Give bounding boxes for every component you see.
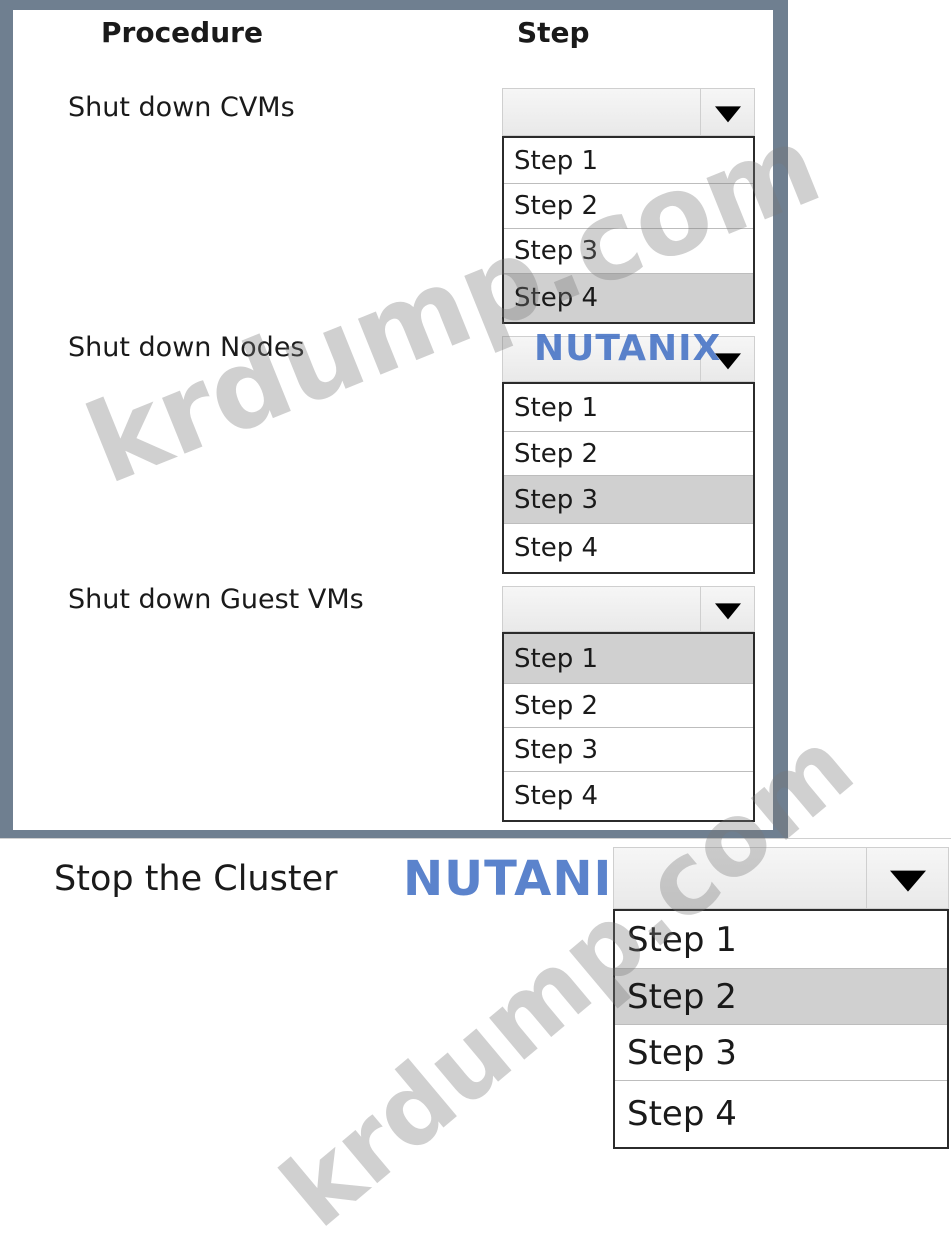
option-step-2[interactable]: Step 2 bbox=[615, 969, 947, 1025]
option-step-1[interactable]: Step 1 bbox=[504, 634, 753, 684]
option-step-1[interactable]: Step 1 bbox=[615, 911, 947, 969]
procedure-label-shut-down-nodes: Shut down Nodes bbox=[68, 332, 305, 363]
option-step-4[interactable]: Step 4 bbox=[504, 274, 753, 322]
stop-cluster-panel: Stop the Cluster NUTANIX Step 1 Step 2 S… bbox=[0, 838, 951, 1161]
question-panel: Procedure Step Shut down CVMs Step 1 Ste… bbox=[13, 10, 773, 830]
option-step-4[interactable]: Step 4 bbox=[504, 524, 753, 572]
step-options-shut-down-cvms: Step 1 Step 2 Step 3 Step 4 bbox=[502, 136, 755, 324]
option-step-3[interactable]: Step 3 bbox=[504, 728, 753, 772]
step-select-shut-down-guest-vms[interactable] bbox=[502, 586, 755, 632]
procedure-label-shut-down-guest-vms: Shut down Guest VMs bbox=[68, 584, 364, 615]
chevron-down-icon[interactable] bbox=[866, 848, 948, 908]
procedure-header: Procedure bbox=[101, 16, 263, 49]
step-options-stop-the-cluster: Step 1 Step 2 Step 3 Step 4 bbox=[613, 909, 949, 1149]
chevron-down-icon[interactable] bbox=[700, 89, 754, 135]
procedure-label-shut-down-cvms: Shut down CVMs bbox=[68, 92, 295, 123]
option-step-3[interactable]: Step 3 bbox=[504, 229, 753, 274]
step-select-shut-down-cvms[interactable] bbox=[502, 88, 755, 136]
option-step-2[interactable]: Step 2 bbox=[504, 684, 753, 728]
option-step-2[interactable]: Step 2 bbox=[504, 184, 753, 229]
procedure-label-stop-the-cluster: Stop the Cluster bbox=[54, 859, 338, 899]
option-step-3[interactable]: Step 3 bbox=[615, 1025, 947, 1081]
option-step-4[interactable]: Step 4 bbox=[615, 1081, 947, 1147]
step-select-stop-the-cluster[interactable] bbox=[613, 847, 949, 909]
nutanix-logo: NUTANIX bbox=[534, 328, 722, 369]
option-step-3[interactable]: Step 3 bbox=[504, 476, 753, 524]
chevron-down-icon[interactable] bbox=[700, 587, 754, 631]
option-step-2[interactable]: Step 2 bbox=[504, 432, 753, 476]
option-step-4[interactable]: Step 4 bbox=[504, 772, 753, 820]
step-header: Step bbox=[517, 16, 590, 49]
step-options-shut-down-guest-vms: Step 1 Step 2 Step 3 Step 4 bbox=[502, 632, 755, 822]
option-step-1[interactable]: Step 1 bbox=[504, 138, 753, 184]
step-options-shut-down-nodes: Step 1 Step 2 Step 3 Step 4 bbox=[502, 382, 755, 574]
option-step-1[interactable]: Step 1 bbox=[504, 384, 753, 432]
